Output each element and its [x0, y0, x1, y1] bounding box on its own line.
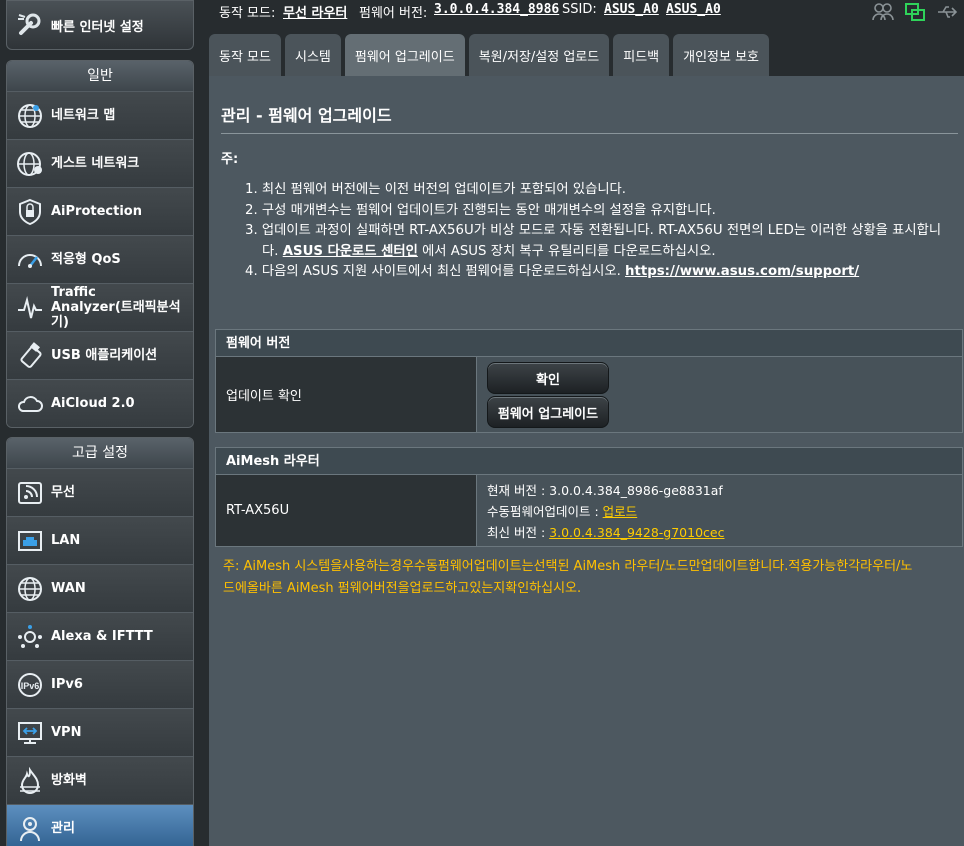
sidebar-item-traffic-analyzer[interactable]: Traffic Analyzer(트래픽분석기)	[7, 283, 193, 331]
administration-icon	[15, 814, 45, 844]
tab-privacy[interactable]: 개인정보 보호	[673, 34, 770, 76]
cloud-icon	[15, 389, 45, 419]
sidebar-item-alexa-ifttt[interactable]: Alexa & IFTTT	[7, 612, 193, 660]
sidebar-item-label: IPv6	[51, 677, 83, 692]
usb-icon	[15, 341, 45, 371]
guest-network-icon	[15, 149, 45, 179]
tab-bar: 동작 모드 시스템 펌웨어 업그레이드 복원/저장/설정 업로드 피드백 개인정…	[209, 34, 770, 76]
ssid-label: SSID:	[562, 2, 597, 17]
latest-version-link[interactable]: 3.0.0.4.384_9428-g7010cec	[549, 525, 724, 540]
traffic-analyzer-icon	[15, 293, 45, 323]
sidebar-item-wan[interactable]: WAN	[7, 564, 193, 612]
sidebar-item-label: AiProtection	[51, 204, 142, 219]
firewall-icon	[15, 766, 45, 796]
firmware-version-section-header: 펌웨어 버전	[215, 329, 963, 357]
notes-list: 1. 최신 펌웨어 버전에는 이전 버전의 업데이트가 포함되어 있습니다. 2…	[245, 180, 960, 283]
firmware-version-label: 펌웨어 버전:	[359, 6, 428, 21]
manual-upload-link[interactable]: 업로드	[603, 504, 638, 519]
tab-feedback[interactable]: 피드백	[613, 34, 670, 76]
internet-status-icon[interactable]	[904, 2, 926, 22]
advanced-menu-group: 고급 설정 무선 LAN WAN Alexa & IFTTT IPv6 IPv6…	[6, 437, 194, 846]
ipv6-icon: IPv6	[15, 670, 45, 700]
aimesh-version-cell: 현재 버전 : 3.0.0.4.384_8986-ge8831af 수동펌웨어업…	[477, 475, 963, 547]
manual-update-line: 수동펌웨어업데이트 : 업로드	[487, 504, 638, 519]
quick-setup-label: 빠른 인터넷 설정	[51, 19, 144, 35]
sidebar-item-ipv6[interactable]: IPv6 IPv6	[7, 660, 193, 708]
note-label: 주:	[221, 152, 239, 167]
vpn-icon	[15, 718, 45, 748]
sidebar-item-administration[interactable]: 관리	[7, 804, 193, 846]
shield-icon	[15, 197, 45, 227]
usb-status-icon[interactable]	[936, 2, 958, 22]
alexa-ifttt-icon	[15, 622, 45, 652]
sidebar-item-label: Traffic Analyzer(트래픽분석기)	[51, 285, 181, 330]
sidebar-item-label: 네트워크 맵	[51, 108, 116, 123]
quick-internet-setup-button[interactable]: 빠른 인터넷 설정	[6, 0, 194, 50]
sidebar-item-aicloud[interactable]: AiCloud 2.0	[7, 379, 193, 427]
ssid-link-2[interactable]: ASUS_A0	[666, 2, 721, 17]
sidebar-item-adaptive-qos[interactable]: 적응형 QoS	[7, 235, 193, 283]
aimesh-router-section-header: AiMesh 라우터	[215, 447, 963, 475]
sidebar-item-lan[interactable]: LAN	[7, 516, 193, 564]
note-item-1: 1. 최신 펌웨어 버전에는 이전 버전의 업데이트가 포함되어 있습니다.	[245, 182, 627, 197]
asus-support-link[interactable]: https://www.asus.com/support/	[625, 264, 859, 279]
tab-system[interactable]: 시스템	[284, 34, 341, 76]
sidebar-item-label: VPN	[51, 725, 82, 740]
sidebar-item-label: 적응형 QoS	[51, 252, 121, 267]
sidebar-item-label: 무선	[51, 485, 75, 500]
operation-mode-link[interactable]: 무선 라우터	[283, 2, 347, 21]
sidebar: 빠른 인터넷 설정 일반 네트워크 맵 게스트 네트워크 AiProtectio…	[0, 0, 200, 846]
update-check-label: 업데이트 확인	[215, 357, 477, 433]
firmware-upgrade-button[interactable]: 펌웨어 업그레이드	[487, 396, 609, 428]
title-divider	[221, 133, 958, 134]
svg-text:IPv6: IPv6	[21, 681, 40, 691]
sidebar-item-label: 방화벽	[51, 773, 87, 788]
sidebar-item-label: WAN	[51, 581, 86, 596]
aimesh-router-name: RT-AX56U	[215, 475, 477, 547]
quick-setup-wrench-icon	[18, 13, 41, 35]
network-map-icon	[15, 101, 45, 131]
firmware-actions-cell: 확인 펌웨어 업그레이드	[477, 357, 963, 433]
advanced-group-title: 고급 설정	[7, 438, 193, 468]
page-title: 관리 - 펌웨어 업그레이드	[221, 106, 392, 125]
tab-restore-save-upload[interactable]: 복원/저장/설정 업로드	[468, 34, 610, 76]
tab-firmware-upgrade[interactable]: 펌웨어 업그레이드	[344, 34, 465, 76]
check-update-button[interactable]: 확인	[487, 362, 609, 394]
general-menu-group: 일반 네트워크 맵 게스트 네트워크 AiProtection 적응형 QoS	[6, 60, 194, 428]
note-item-3: 3. 업데이트 과정이 실패하면 RT-AX56U가 비상 모드로 자동 전환됩…	[245, 223, 942, 259]
sidebar-item-label: LAN	[51, 533, 81, 548]
wan-globe-icon	[15, 574, 45, 604]
note-item-4: 4. 다음의 ASUS 지원 사이트에서 최신 펌웨어를 다운로드하십시오. h…	[245, 264, 860, 280]
wireless-icon	[15, 478, 45, 508]
sidebar-item-guest-network[interactable]: 게스트 네트워크	[7, 139, 193, 187]
status-icons	[872, 2, 958, 22]
ssid-link-1[interactable]: ASUS_A0	[604, 2, 659, 17]
sidebar-item-label: 관리	[51, 821, 75, 836]
tab-operation-mode[interactable]: 동작 모드	[209, 34, 281, 76]
sidebar-item-label: 게스트 네트워크	[51, 156, 140, 171]
main-panel: 관리 - 펌웨어 업그레이드 주: 1. 최신 펌웨어 버전에는 이전 버전의 …	[209, 76, 964, 846]
general-group-title: 일반	[7, 61, 193, 91]
sidebar-item-label: Alexa & IFTTT	[51, 629, 153, 644]
qos-gauge-icon	[15, 245, 45, 275]
sidebar-item-vpn[interactable]: VPN	[7, 708, 193, 756]
note-item-2: 2. 구성 매개변수는 펌웨어 업데이트가 진행되는 동안 매개변수의 설정을 …	[245, 202, 716, 218]
current-version-value: 3.0.0.4.384_8986-ge8831af	[549, 483, 723, 498]
sidebar-item-label: AiCloud 2.0	[51, 396, 135, 411]
lan-icon	[15, 526, 45, 556]
sidebar-item-label: USB 애플리케이션	[51, 348, 158, 363]
clients-icon[interactable]	[872, 2, 894, 22]
sidebar-item-wireless[interactable]: 무선	[7, 468, 193, 516]
firmware-version-link[interactable]: 3.0.0.4.384_8986	[434, 2, 559, 17]
status-bar: 동작 모드: 무선 라우터 펌웨어 버전: 3.0.0.4.384_8986 S…	[209, 0, 964, 30]
operation-mode-label: 동작 모드:	[219, 6, 276, 21]
aimesh-footnote: 주: AiMesh 시스템을사용하는경우수동펌웨어업데이트는선택된 AiMesh…	[223, 559, 913, 596]
latest-version-line: 최신 버전 : 3.0.0.4.384_9428-g7010cec	[487, 525, 725, 540]
sidebar-item-firewall[interactable]: 방화벽	[7, 756, 193, 804]
asus-download-center-link[interactable]: ASUS 다운로드 센터인	[283, 244, 418, 259]
sidebar-item-network-map[interactable]: 네트워크 맵	[7, 91, 193, 139]
sidebar-item-usb-application[interactable]: USB 애플리케이션	[7, 331, 193, 379]
sidebar-item-aiprotection[interactable]: AiProtection	[7, 187, 193, 235]
current-version-line: 현재 버전 : 3.0.0.4.384_8986-ge8831af	[487, 483, 723, 498]
